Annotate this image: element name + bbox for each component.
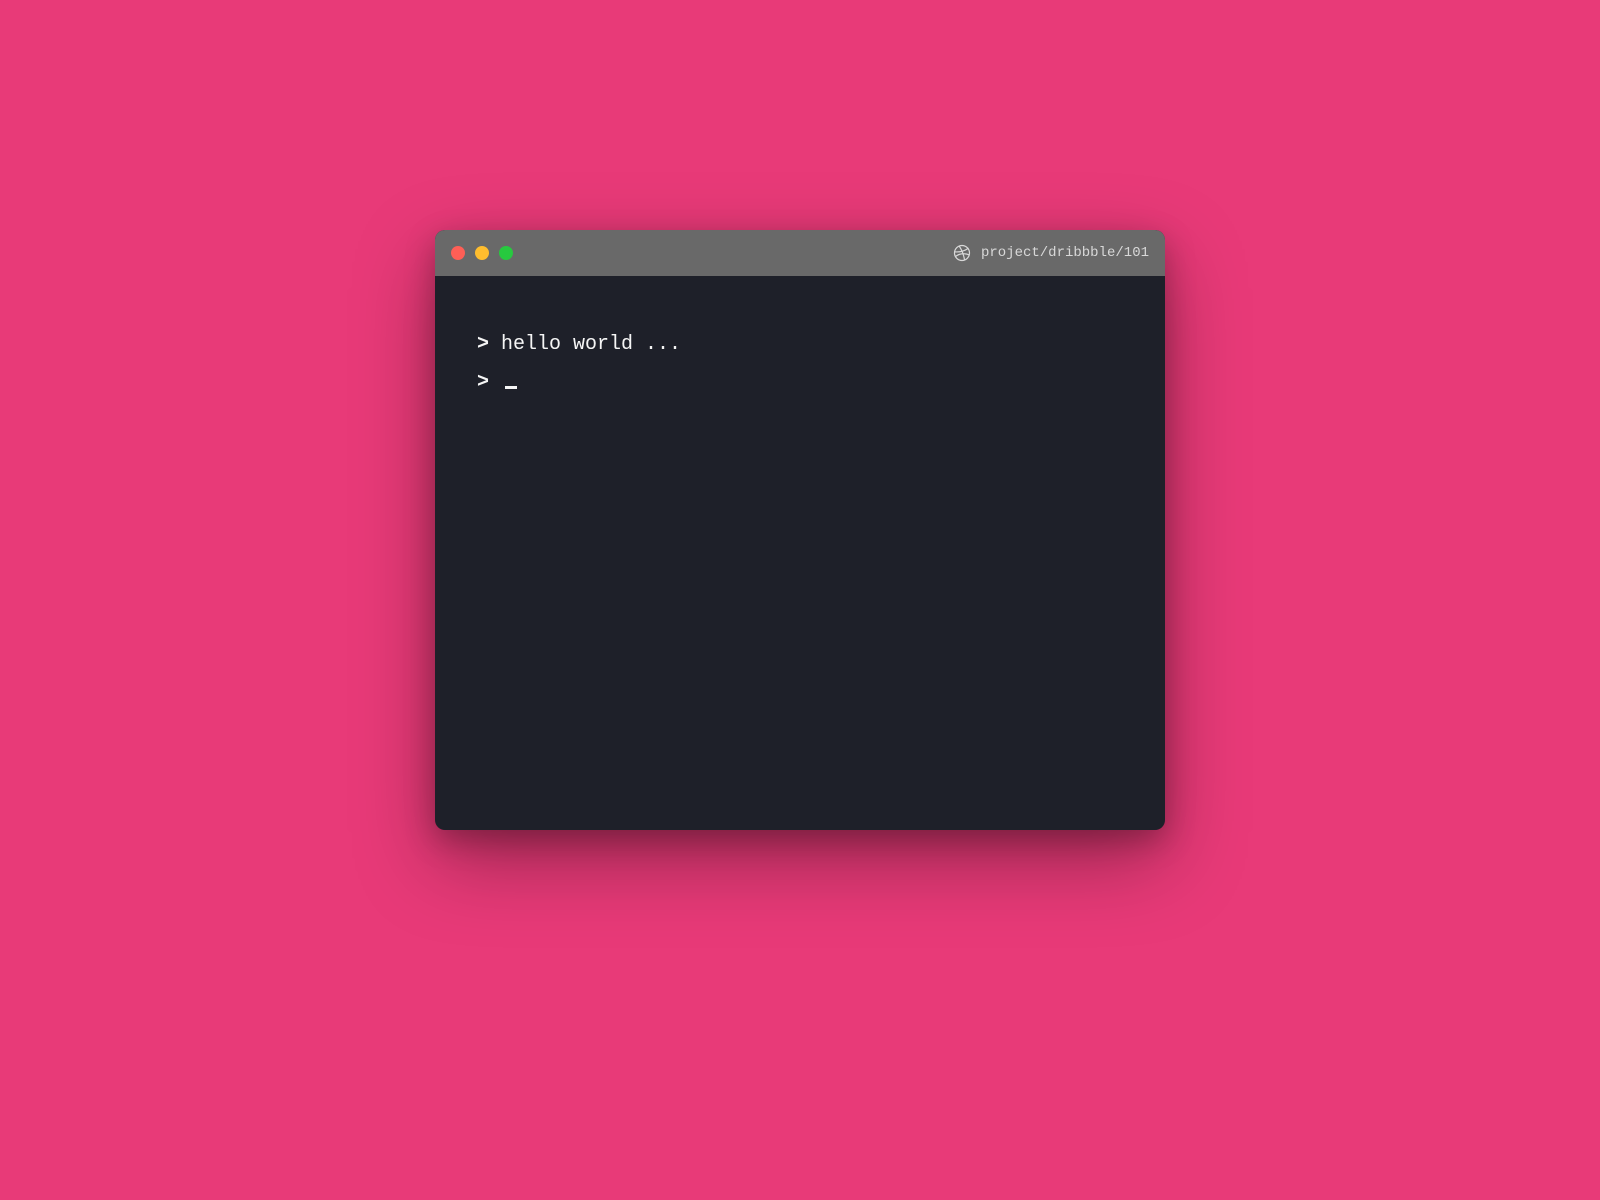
terminal-body[interactable]: > hello world ... > (435, 276, 1165, 452)
terminal-window: project/dribbble/101 > hello world ... > (435, 230, 1165, 830)
terminal-line-1: > hello world ... (477, 326, 1123, 364)
cursor-icon (505, 386, 517, 389)
maximize-button[interactable] (499, 246, 513, 260)
window-controls (451, 246, 513, 260)
window-titlebar: project/dribbble/101 (435, 230, 1165, 276)
prompt-symbol: > (477, 333, 489, 356)
terminal-output-text: hello world ... (501, 333, 681, 356)
minimize-button[interactable] (475, 246, 489, 260)
prompt-symbol: > (477, 371, 489, 394)
titlebar-path: project/dribbble/101 (981, 245, 1149, 261)
terminal-line-2: > (477, 364, 1123, 402)
titlebar-path-area: project/dribbble/101 (953, 244, 1149, 262)
dribbble-icon (953, 244, 971, 262)
close-button[interactable] (451, 246, 465, 260)
